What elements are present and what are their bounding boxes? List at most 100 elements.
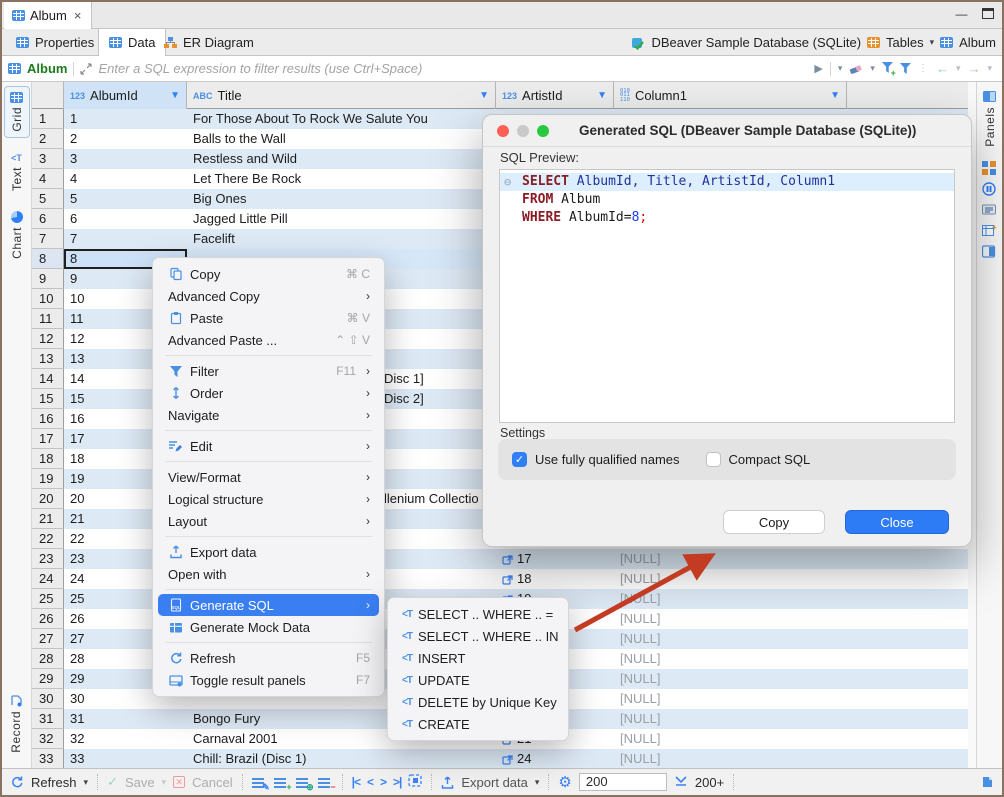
minimize-icon[interactable]: — (955, 8, 968, 20)
row-number-cell[interactable]: 7 (32, 229, 64, 249)
column-header-albumid[interactable]: 123 AlbumId ▼ (64, 82, 187, 109)
forward-history-icon[interactable]: ▾ (987, 63, 992, 74)
foreign-key-link-icon[interactable] (502, 554, 513, 565)
chart-view-tab[interactable]: Chart (4, 206, 30, 264)
gear-icon[interactable]: ⚙ (558, 773, 571, 791)
row-number-cell[interactable]: 19 (32, 469, 64, 489)
title-cell[interactable]: Let There Be Rock (187, 169, 496, 189)
tab-album[interactable]: Album × (4, 2, 92, 29)
menu-item-generate-mock-data[interactable]: Generate Mock Data (158, 616, 379, 638)
menu-item-filter[interactable]: FilterF11› (158, 360, 379, 382)
add-row-icon[interactable]: + (274, 776, 289, 788)
menu-item-open-with[interactable]: Open with› (158, 563, 379, 585)
row-number-cell[interactable]: 32 (32, 729, 64, 749)
expand-icon[interactable] (80, 63, 92, 75)
row-number-cell[interactable]: 18 (32, 449, 64, 469)
title-cell[interactable]: Facelift (187, 229, 496, 249)
foreign-key-link-icon[interactable] (502, 574, 513, 585)
menu-item-export-data[interactable]: Export data (158, 541, 379, 563)
menu-item-edit[interactable]: Edit› (158, 435, 379, 457)
menu-item-toggle-result-panels[interactable]: Toggle result panelsF7 (158, 669, 379, 691)
tab-er-diagram[interactable]: ER Diagram (154, 29, 264, 56)
close-tab-icon[interactable]: × (74, 8, 82, 23)
qualified-names-option[interactable]: ✓ Use fully qualified names (512, 452, 680, 467)
row-number-cell[interactable]: 17 (32, 429, 64, 449)
menu-item-logical-structure[interactable]: Logical structure› (158, 488, 379, 510)
row-number-cell[interactable]: 13 (32, 349, 64, 369)
row-number-cell[interactable]: 9 (32, 269, 64, 289)
value-viewer-panel-icon[interactable] (982, 182, 997, 196)
column1-cell[interactable]: [NULL] (614, 589, 847, 609)
row-number-cell[interactable]: 28 (32, 649, 64, 669)
column-header-title[interactable]: ABC Title ▼ (187, 82, 496, 109)
column-dropdown-icon[interactable]: ▼ (597, 90, 607, 101)
fetch-size-input[interactable]: 200 (579, 773, 667, 791)
text-view-tab[interactable]: <T Text (4, 148, 30, 196)
row-number-cell[interactable]: 10 (32, 289, 64, 309)
row-number-cell[interactable]: 3 (32, 149, 64, 169)
record-mode-tab[interactable]: Record (3, 689, 29, 758)
fetch-all-icon[interactable] (674, 775, 688, 790)
artistid-cell[interactable]: 18 (496, 569, 614, 589)
result-info-icon[interactable] (981, 775, 994, 789)
albumid-cell[interactable]: 4 (64, 169, 187, 189)
title-cell[interactable]: Jagged Little Pill (187, 209, 496, 229)
submenu-item-update[interactable]: <TUPDATE (392, 669, 564, 691)
albumid-cell[interactable]: 5 (64, 189, 187, 209)
submenu-item-select-where[interactable]: <TSELECT .. WHERE .. = (392, 603, 564, 625)
chevron-down-icon[interactable]: ▾ (930, 37, 935, 48)
compact-sql-option[interactable]: Compact SQL (706, 452, 811, 467)
refresh-dropdown-icon[interactable]: ▾ (84, 777, 89, 788)
row-number-cell[interactable]: 15 (32, 389, 64, 409)
zoom-window-icon[interactable] (537, 125, 549, 137)
menu-item-navigate[interactable]: Navigate› (158, 404, 379, 426)
row-number-cell[interactable]: 11 (32, 309, 64, 329)
submenu-item-create[interactable]: <TCREATE (392, 713, 564, 735)
metadata-panel-icon[interactable] (982, 161, 997, 175)
column1-cell[interactable]: [NULL] (614, 629, 847, 649)
refresh-icon[interactable] (10, 775, 24, 789)
menu-item-layout[interactable]: Layout› (158, 510, 379, 532)
save-filter-icon[interactable]: + (882, 61, 893, 76)
menu-item-generate-sql[interactable]: SQLGenerate SQL› (158, 594, 379, 616)
column-header-column1[interactable]: 010011110 Column1 ▼ (614, 82, 847, 109)
row-number-cell[interactable]: 2 (32, 129, 64, 149)
back-icon[interactable]: ← (936, 61, 949, 76)
forward-icon[interactable]: → (967, 61, 980, 76)
menu-item-advanced-copy[interactable]: Advanced Copy› (158, 285, 379, 307)
copy-button[interactable]: Copy (723, 510, 825, 534)
row-number-cell[interactable]: 25 (32, 589, 64, 609)
title-cell[interactable]: For Those About To Rock We Salute You (187, 109, 496, 129)
albumid-cell[interactable]: 1 (64, 109, 187, 129)
delete-row-icon[interactable]: − (318, 776, 333, 788)
cancel-button[interactable]: Cancel (192, 775, 232, 790)
row-number-cell[interactable]: 14 (32, 369, 64, 389)
grouping-panel-icon[interactable]: + (982, 224, 997, 238)
checkbox-unchecked-icon[interactable] (706, 452, 721, 467)
column1-cell[interactable]: [NULL] (614, 709, 847, 729)
menu-item-advanced-paste[interactable]: Advanced Paste ...⌃ ⇧ V (158, 329, 379, 351)
row-number-cell[interactable]: 1 (32, 109, 64, 129)
row-number-cell[interactable]: 6 (32, 209, 64, 229)
back-history-icon[interactable]: ▾ (956, 63, 961, 74)
artistid-cell[interactable]: 24 (496, 749, 614, 769)
fold-icon[interactable]: ⊖ (504, 173, 511, 191)
row-number-cell[interactable]: 22 (32, 529, 64, 549)
row-number-cell[interactable]: 29 (32, 669, 64, 689)
next-row-icon[interactable]: > (380, 775, 386, 789)
breadcrumb-table[interactable]: Album (959, 35, 996, 50)
panels-toggle[interactable]: Panels (977, 84, 1002, 153)
artistid-cell[interactable]: 17 (496, 549, 614, 569)
title-cell[interactable]: Big Ones (187, 189, 496, 209)
submenu-item-delete-by-unique-key[interactable]: <TDELETE by Unique Key (392, 691, 564, 713)
albumid-cell[interactable]: 6 (64, 209, 187, 229)
column-dropdown-icon[interactable]: ▼ (479, 90, 489, 101)
column1-cell[interactable]: [NULL] (614, 609, 847, 629)
column1-cell[interactable]: [NULL] (614, 669, 847, 689)
column1-cell[interactable]: [NULL] (614, 749, 847, 769)
row-number-cell[interactable]: 31 (32, 709, 64, 729)
row-number-cell[interactable]: 27 (32, 629, 64, 649)
row-number-cell[interactable]: 16 (32, 409, 64, 429)
row-number-cell[interactable]: 26 (32, 609, 64, 629)
dialog-titlebar[interactable]: Generated SQL (DBeaver Sample Database (… (483, 115, 971, 147)
